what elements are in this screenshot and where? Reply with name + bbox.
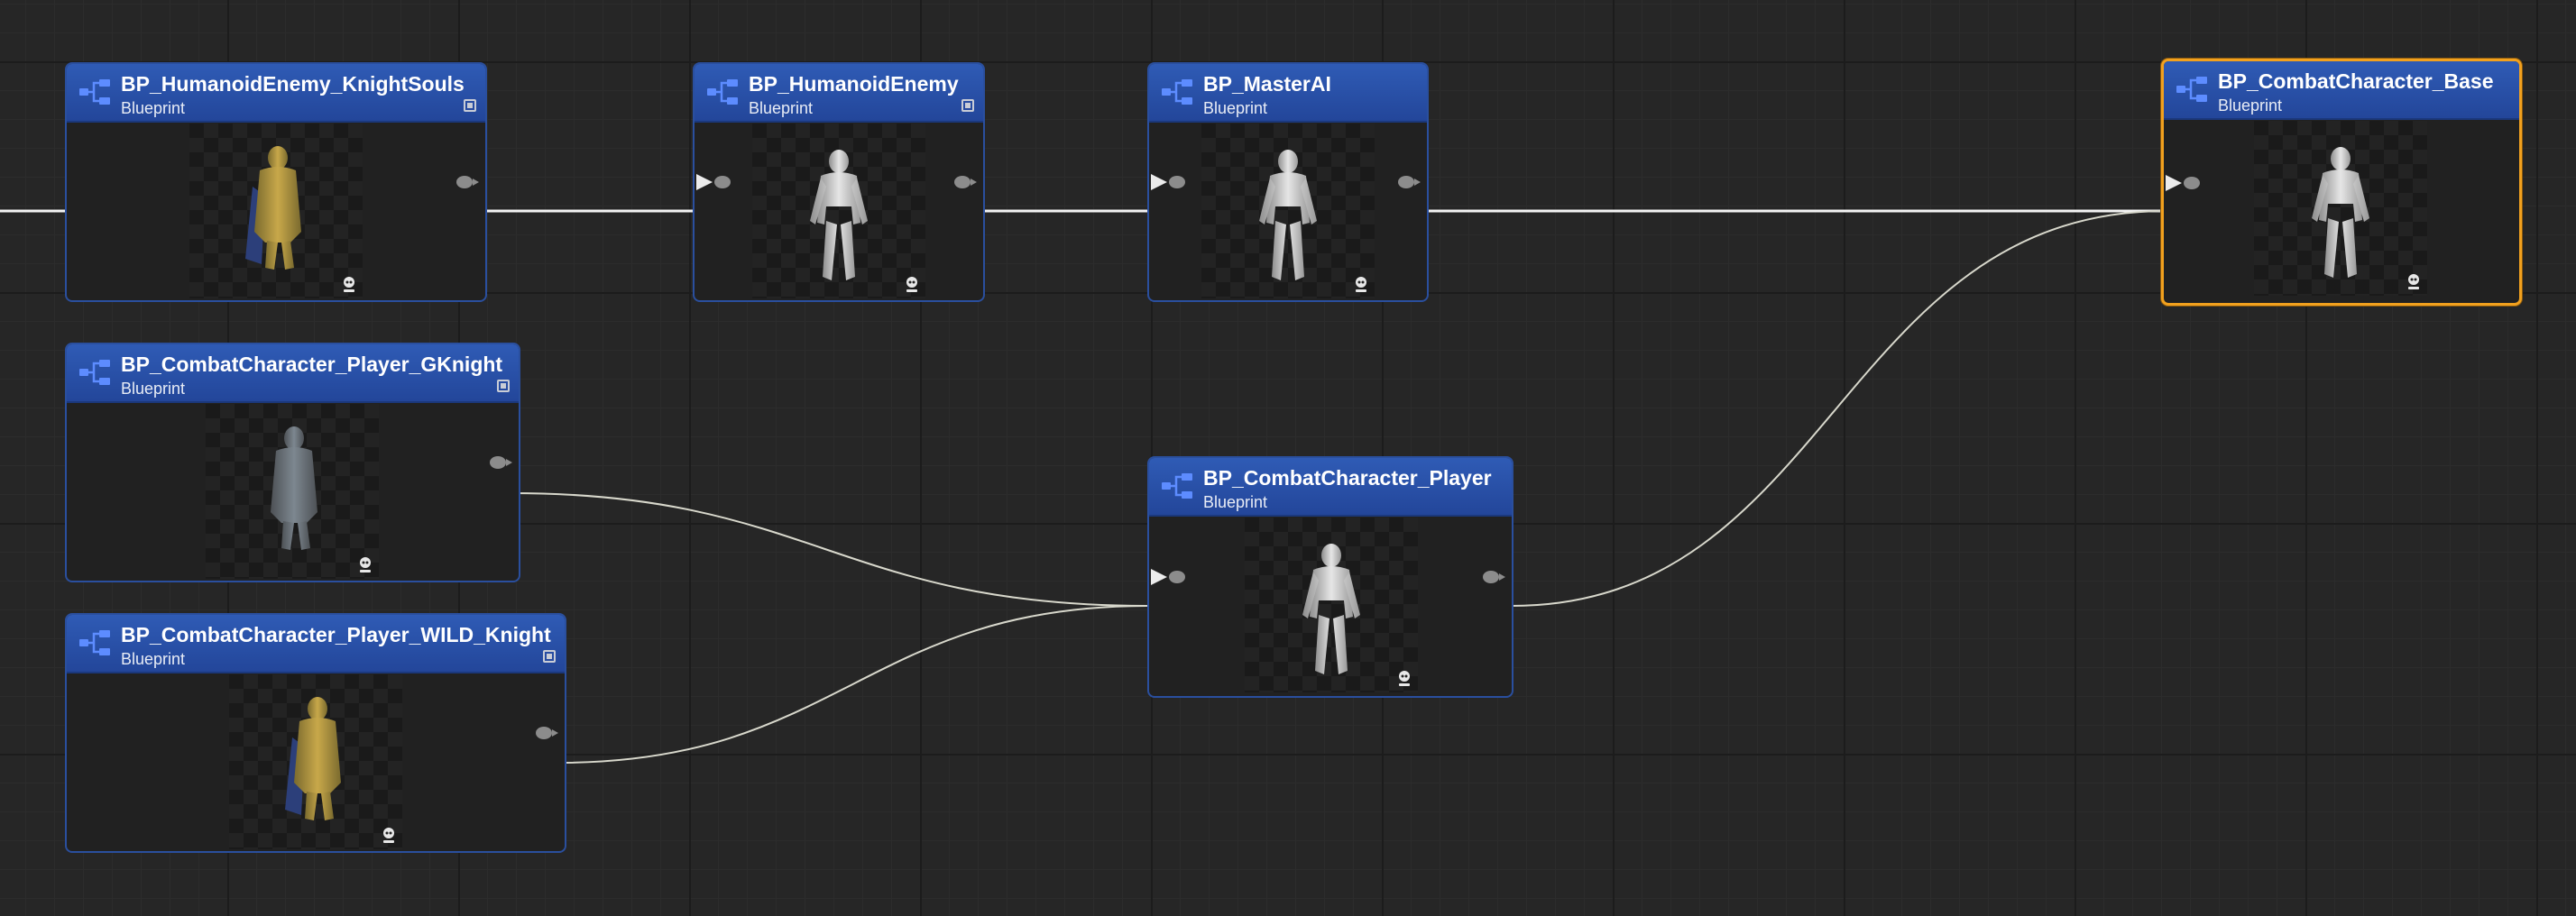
blueprint-node-wild[interactable]: BP_CombatCharacter_Player_WILD_Knight Blu… <box>65 613 566 853</box>
node-title: BP_CombatCharacter_Base <box>2218 69 2494 93</box>
output-pin[interactable] <box>536 727 558 739</box>
node-header[interactable]: BP_CombatCharacter_Base Blueprint <box>2164 61 2519 120</box>
input-pin[interactable] <box>1151 174 1185 190</box>
node-thumbnail <box>206 404 379 579</box>
node-header[interactable]: BP_HumanoidEnemy_KnightSouls Blueprint <box>67 64 485 123</box>
asset-browse-icon[interactable] <box>464 99 476 112</box>
knight-thumbnail-figure <box>245 146 301 270</box>
character-thumbnail-figure <box>810 150 868 280</box>
blueprint-node-base[interactable]: BP_CombatCharacter_Base Blueprint <box>2161 59 2522 306</box>
blueprint-class-icon <box>707 79 738 105</box>
input-arrow-icon <box>696 174 713 190</box>
node-subtitle: Blueprint <box>1203 493 1268 511</box>
output-pin[interactable] <box>490 456 512 469</box>
skeletal-mesh-icon <box>360 557 371 572</box>
node-title: BP_CombatCharacter_Player_WILD_Knight <box>121 623 551 646</box>
output-pin[interactable] <box>456 176 479 188</box>
skeletal-mesh-icon <box>1356 277 1366 292</box>
input-pin[interactable] <box>2166 175 2200 191</box>
node-header[interactable]: BP_HumanoidEnemy Blueprint <box>695 64 983 123</box>
blueprint-node-masterai[interactable]: BP_MasterAI Blueprint <box>1147 62 1429 302</box>
node-thumbnail <box>229 674 402 849</box>
node-subtitle: Blueprint <box>2218 96 2283 114</box>
wire-gknight-to-player <box>511 492 1148 607</box>
node-title: BP_CombatCharacter_Player_GKnight <box>121 353 503 376</box>
skeletal-mesh-icon <box>906 277 917 292</box>
pin-dot <box>1169 176 1185 188</box>
pin-tip-icon <box>1414 179 1421 186</box>
pin-dot <box>490 456 506 469</box>
pin-dot <box>1169 571 1185 583</box>
output-pin[interactable] <box>954 176 977 188</box>
pin-dot <box>714 176 731 188</box>
blueprint-class-icon <box>1162 79 1192 105</box>
node-title: BP_HumanoidEnemy <box>749 72 959 96</box>
skeletal-mesh-icon <box>383 828 394 843</box>
node-header[interactable]: BP_CombatCharacter_Player_WILD_Knight Blu… <box>67 615 565 673</box>
node-subtitle: Blueprint <box>749 99 814 117</box>
node-subtitle: Blueprint <box>121 99 186 117</box>
blueprint-class-icon <box>1162 473 1192 499</box>
node-subtitle: Blueprint <box>121 380 186 398</box>
pin-dot <box>456 176 473 188</box>
input-arrow-icon <box>2166 175 2182 191</box>
asset-browse-icon[interactable] <box>961 99 974 112</box>
input-arrow-icon <box>1151 569 1167 585</box>
asset-browse-icon[interactable] <box>543 650 556 663</box>
pin-dot <box>1483 571 1499 583</box>
knight-thumbnail-figure <box>285 697 341 820</box>
blueprint-node-gknight[interactable]: BP_CombatCharacter_Player_GKnight Bluepri… <box>65 343 520 582</box>
wire-player-to-base <box>1511 210 2167 607</box>
blueprint-class-icon <box>79 360 110 385</box>
pin-dot <box>954 176 971 188</box>
node-title: BP_HumanoidEnemy_KnightSouls <box>121 72 465 96</box>
node-header[interactable]: BP_CombatCharacter_Player Blueprint <box>1149 458 1512 517</box>
input-pin[interactable] <box>696 174 731 190</box>
skeletal-mesh-icon <box>1399 671 1410 686</box>
knight-thumbnail-figure <box>271 426 317 550</box>
node-title: BP_CombatCharacter_Player <box>1203 466 1492 490</box>
pin-tip-icon <box>1499 573 1505 581</box>
pin-tip-icon <box>473 179 479 186</box>
wire-wild-to-player <box>558 605 1148 764</box>
pin-tip-icon <box>552 729 558 737</box>
blueprint-class-icon <box>2176 77 2207 102</box>
input-pin[interactable] <box>1151 569 1185 585</box>
node-title: BP_MasterAI <box>1203 72 1331 96</box>
node-thumbnail <box>2254 121 2427 296</box>
blueprint-node-humanoid[interactable]: BP_HumanoidEnemy Blueprint <box>693 62 985 302</box>
pin-tip-icon <box>506 459 512 466</box>
asset-browse-icon[interactable] <box>497 380 510 392</box>
node-subtitle: Blueprint <box>1203 99 1268 117</box>
skeletal-mesh-icon <box>344 277 354 292</box>
output-pin[interactable] <box>1483 571 1505 583</box>
node-subtitle: Blueprint <box>121 650 186 668</box>
blueprint-node-player[interactable]: BP_CombatCharacter_Player Blueprint <box>1147 456 1513 698</box>
node-header[interactable]: BP_CombatCharacter_Player_GKnight Bluepri… <box>67 344 519 403</box>
character-thumbnail-figure <box>1302 544 1360 674</box>
pin-tip-icon <box>971 179 977 186</box>
skeletal-mesh-icon <box>2408 274 2419 289</box>
pin-dot <box>1398 176 1414 188</box>
pin-dot <box>2184 177 2200 189</box>
node-thumbnail <box>1245 518 1418 692</box>
node-header[interactable]: BP_MasterAI Blueprint <box>1149 64 1427 123</box>
character-thumbnail-figure <box>2312 147 2369 278</box>
blueprint-class-icon <box>79 630 110 655</box>
node-thumbnail <box>752 124 925 298</box>
input-arrow-icon <box>1151 174 1167 190</box>
blueprint-node-knightsouls[interactable]: BP_HumanoidEnemy_KnightSouls Blueprint <box>65 62 487 302</box>
character-thumbnail-figure <box>1259 150 1317 280</box>
blueprint-class-icon <box>79 79 110 105</box>
node-thumbnail <box>189 124 363 298</box>
output-pin[interactable] <box>1398 176 1421 188</box>
pin-dot <box>536 727 552 739</box>
node-thumbnail <box>1201 124 1375 298</box>
